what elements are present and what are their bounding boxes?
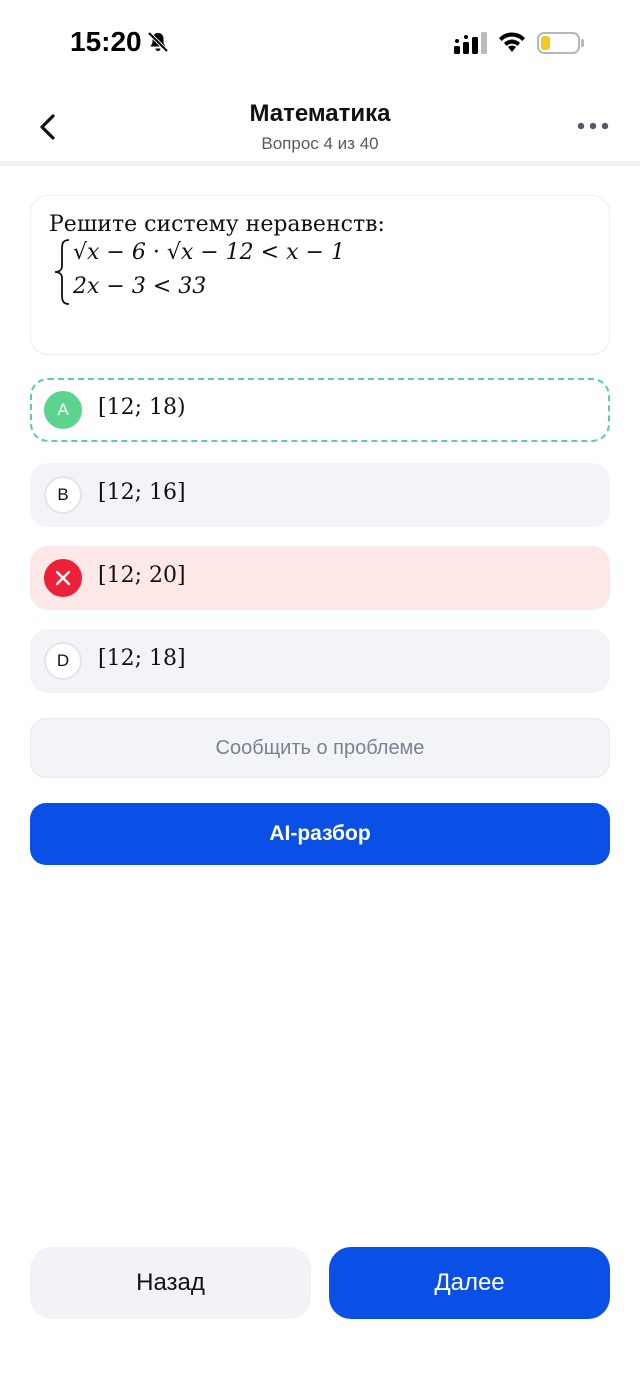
option-badge-a: A [44, 391, 82, 429]
app-header: Математика Вопрос 4 из 40 [0, 88, 640, 166]
question-card: Решите систему неравенств: √x − 6 · √x −… [30, 195, 610, 355]
ai-analysis-button[interactable]: AI-разбор [30, 803, 610, 865]
close-icon [55, 570, 71, 586]
status-bar: 15:20 [0, 0, 640, 88]
option-badge-b: B [44, 476, 82, 514]
answer-option-d[interactable]: D [12; 18] [30, 629, 610, 693]
wrong-answer-badge [44, 559, 82, 597]
inequality-line-1: √x − 6 · √x − 12 < x − 1 [73, 240, 345, 265]
curly-brace-icon [54, 239, 70, 305]
inequality-line-2: 2x − 3 < 33 [73, 274, 207, 299]
battery-low-icon [537, 32, 584, 54]
option-text-d: [12; 18] [98, 646, 186, 671]
status-time: 15:20 [70, 26, 142, 57]
answer-option-a[interactable]: A [12; 18) [30, 378, 610, 442]
wifi-icon [499, 32, 525, 52]
cellular-signal-icon [454, 32, 487, 54]
option-badge-d: D [44, 642, 82, 680]
option-text-a: [12; 18) [98, 395, 186, 420]
more-options-icon[interactable] [576, 118, 610, 134]
answer-option-c[interactable]: [12; 20] [30, 546, 610, 610]
previous-button[interactable]: Назад [30, 1247, 311, 1319]
report-problem-button[interactable]: Сообщить о проблеме [30, 718, 610, 778]
inequality-system: √x − 6 · √x − 12 < x − 1 2x − 3 < 33 [53, 238, 433, 306]
question-text: Решите систему неравенств: [49, 212, 385, 237]
next-button[interactable]: Далее [329, 1247, 610, 1319]
answer-option-b[interactable]: B [12; 16] [30, 463, 610, 527]
page-title: Математика [249, 100, 391, 127]
option-text-c: [12; 20] [98, 563, 186, 588]
option-text-b: [12; 16] [98, 480, 186, 505]
bell-off-icon [147, 31, 169, 53]
question-counter: Вопрос 4 из 40 [261, 134, 379, 153]
